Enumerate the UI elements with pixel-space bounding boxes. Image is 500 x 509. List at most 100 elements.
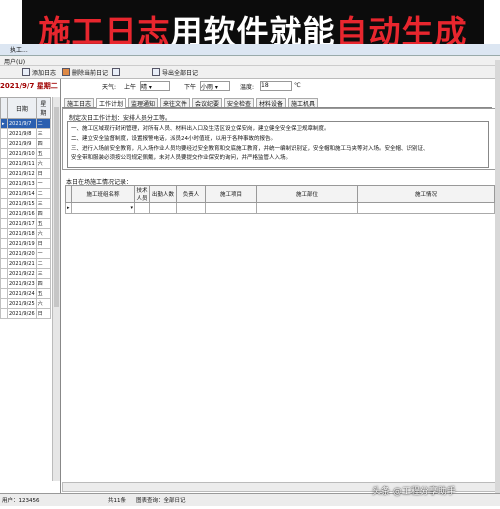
plan-textarea[interactable]: 一、施工区域现行封闭管理，对所有人员、材料出入口及生活区设立保安岗，建立健全安全… — [67, 121, 489, 168]
tab-safety[interactable]: 安全检查 — [224, 98, 255, 108]
delete-icon — [62, 68, 70, 76]
grid-col-tech[interactable]: 技术人员 — [134, 185, 150, 203]
export-all-button[interactable]: 导出全部日记 — [152, 68, 198, 77]
toolbar: 添加日志 删除当前日记 导出全部日记 — [0, 66, 500, 79]
date-row[interactable]: 2021/9/20 一 — [0, 248, 52, 259]
tab-materials[interactable]: 材料设备 — [256, 98, 287, 108]
tab-work-plan[interactable]: 工作计划 — [96, 98, 127, 108]
tab-supervision[interactable]: 监理通知 — [128, 98, 159, 108]
date-list: 日期 星期 ▸ 2021/9/7 二 2021/9/8 三 2021/9/9 四 2021/9… — [0, 97, 52, 319]
am-label: 上午 — [124, 84, 137, 91]
refresh-button[interactable] — [112, 68, 122, 76]
day-cell: 五 — [35, 218, 52, 229]
pm-label: 下午 — [184, 84, 197, 91]
date-row[interactable]: 2021/9/26 日 — [0, 308, 52, 319]
day-cell: 一 — [35, 248, 52, 259]
grid-col-status[interactable]: 施工情况 — [357, 185, 495, 203]
delete-log-button[interactable]: 删除当前日记 — [62, 68, 108, 77]
tab-machinery[interactable]: 施工机具 — [288, 98, 319, 108]
grid-col-item[interactable]: 施工项目 — [205, 185, 257, 203]
sidebar-scrollbar[interactable] — [52, 97, 60, 481]
date-cell: 2021/9/16 — [7, 208, 37, 219]
tab-minutes[interactable]: 会议纪要 — [192, 98, 223, 108]
tab-log[interactable]: 施工日志 — [64, 98, 95, 108]
date-cell: 2021/9/26 — [7, 308, 37, 319]
date-row[interactable]: 2021/9/10 五 — [0, 148, 52, 159]
team-cell[interactable]: ▾ — [71, 202, 135, 214]
day-cell: 二 — [35, 188, 52, 199]
leader-cell[interactable] — [176, 202, 206, 214]
status-cell[interactable] — [357, 202, 495, 214]
day-cell: 三 — [35, 128, 52, 139]
pm-weather-select[interactable]: 小雨 ▾ — [200, 81, 230, 91]
date-cell: 2021/9/9 — [7, 138, 37, 149]
day-cell: 日 — [35, 238, 52, 249]
row-pointer — [0, 198, 8, 209]
date-row[interactable]: 2021/9/13 一 — [0, 178, 52, 189]
window-title-bar: 执工... — [0, 44, 500, 56]
date-row[interactable]: 2021/9/24 五 — [0, 288, 52, 299]
item-cell[interactable] — [205, 202, 257, 214]
current-date-header: 2021/9/7 星期二 — [0, 82, 58, 90]
add-log-button[interactable]: 添加日志 — [22, 68, 56, 77]
scroll-thumb[interactable] — [54, 107, 59, 307]
day-cell: 一 — [35, 178, 52, 189]
day-cell: 二 — [35, 118, 52, 129]
date-cell: 2021/9/19 — [7, 238, 37, 249]
date-row[interactable]: 2021/9/15 三 — [0, 198, 52, 209]
grid-new-row[interactable]: ▸ ▾ — [65, 202, 495, 214]
row-pointer — [0, 298, 8, 309]
row-pointer — [0, 188, 8, 199]
menu-user[interactable]: 用户(U) — [4, 57, 25, 66]
date-row[interactable]: 2021/9/19 日 — [0, 238, 52, 249]
right-scroll-edge — [495, 60, 500, 500]
day-cell: 五 — [35, 288, 52, 299]
day-cell: 四 — [35, 278, 52, 289]
grid-col-leader[interactable]: 负责人 — [176, 185, 206, 203]
row-pointer — [0, 308, 8, 319]
date-row[interactable]: 2021/9/23 四 — [0, 278, 52, 289]
day-cell: 日 — [35, 308, 52, 319]
row-pointer — [0, 148, 8, 159]
row-pointer — [0, 288, 8, 299]
status-count: 共11条 — [108, 498, 126, 504]
grid-col-attendance[interactable]: 出勤人数 — [149, 185, 177, 203]
grid-col-location[interactable]: 施工部位 — [256, 185, 358, 203]
date-row[interactable]: 2021/9/25 六 — [0, 298, 52, 309]
date-row[interactable]: 2021/9/12 日 — [0, 168, 52, 179]
date-row[interactable]: 2021/9/16 四 — [0, 208, 52, 219]
date-row[interactable]: ▸ 2021/9/7 二 — [0, 118, 52, 129]
date-row[interactable]: 2021/9/9 四 — [0, 138, 52, 149]
temp-label: 温度: — [240, 84, 255, 91]
row-pointer — [0, 218, 8, 229]
col-day: 星期 — [35, 97, 52, 119]
date-row[interactable]: 2021/9/21 二 — [0, 258, 52, 269]
date-row[interactable]: 2021/9/22 三 — [0, 268, 52, 279]
tech-cell[interactable] — [134, 202, 150, 214]
location-cell[interactable] — [256, 202, 358, 214]
date-cell: 2021/9/8 — [7, 128, 37, 139]
date-cell: 2021/9/18 — [7, 228, 37, 239]
plan-para-2: 二、建立安全监督制度，设置报警电话，派员24小时值班，以用于各种事故的报告。 — [71, 136, 277, 142]
attendance-cell[interactable] — [149, 202, 177, 214]
date-row[interactable]: 2021/9/18 六 — [0, 228, 52, 239]
window-title: 执工... — [10, 47, 28, 54]
date-row[interactable]: 2021/9/17 五 — [0, 218, 52, 229]
col-date: 日期 — [7, 97, 37, 119]
plan-para-4: 安全带和服装必须按公司规定佩戴，未对人员要提交作业保安的询问，并严格监管人入场。 — [71, 155, 292, 161]
row-pointer — [0, 128, 8, 139]
export-icon — [152, 68, 160, 76]
temp-input[interactable]: 18 — [260, 81, 292, 91]
date-row[interactable]: 2021/9/8 三 — [0, 128, 52, 139]
grid-col-team[interactable]: 施工班组名称 — [71, 185, 135, 203]
date-cell: 2021/9/24 — [7, 288, 37, 299]
date-row[interactable]: 2021/9/11 六 — [0, 158, 52, 169]
temp-unit: ℃ — [294, 82, 301, 89]
date-row[interactable]: 2021/9/14 二 — [0, 188, 52, 199]
day-cell: 二 — [35, 258, 52, 269]
am-weather-select[interactable]: 晴 ▾ — [140, 81, 170, 91]
tab-documents[interactable]: 来往文件 — [160, 98, 191, 108]
day-cell: 日 — [35, 168, 52, 179]
row-pointer — [0, 178, 8, 189]
date-cell: 2021/9/23 — [7, 278, 37, 289]
